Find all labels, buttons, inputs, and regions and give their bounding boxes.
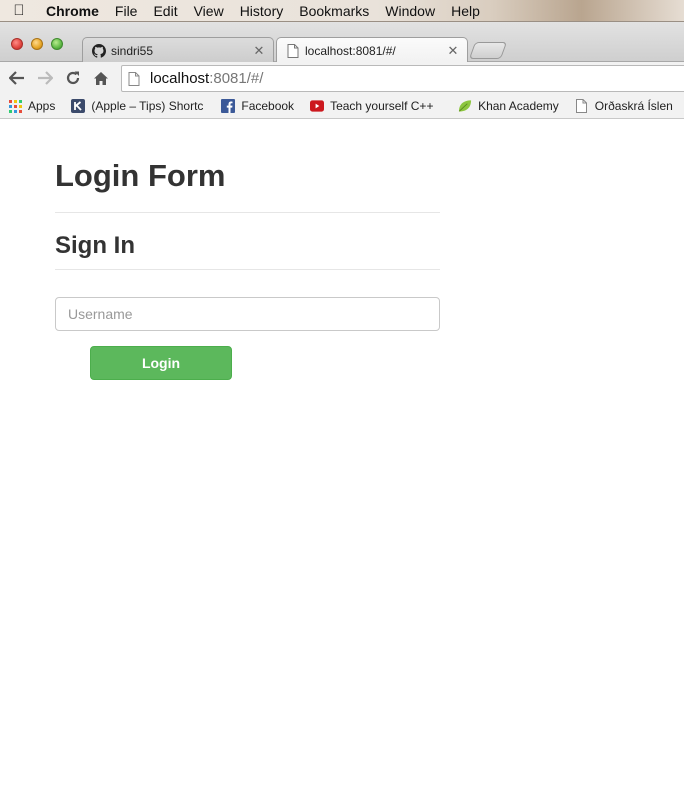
bookmarks-bar: Apps (Apple – Tips) Shortc Facebook Teac… <box>0 94 684 119</box>
forward-arrow-icon[interactable] <box>31 64 59 92</box>
reload-icon[interactable] <box>59 64 87 92</box>
tab-github[interactable]: sindri55 ✕ <box>82 37 274 63</box>
menu-help[interactable]: Help <box>443 3 488 19</box>
login-button[interactable]: Login <box>90 346 232 380</box>
section-divider <box>55 269 440 270</box>
url-path: :8081/#/ <box>209 70 264 87</box>
zoom-window-button[interactable] <box>51 38 63 50</box>
menu-bookmarks[interactable]: Bookmarks <box>291 3 377 19</box>
bookmark-khan-academy[interactable]: Khan Academy <box>458 99 559 113</box>
bookmark-facebook[interactable]: Facebook <box>221 99 294 113</box>
menu-edit[interactable]: Edit <box>145 3 185 19</box>
close-tab-icon[interactable]: ✕ <box>445 43 461 59</box>
bookmark-ordaskra[interactable]: Orðaskrá Íslen <box>575 99 673 113</box>
menu-file[interactable]: File <box>107 3 146 19</box>
leaf-icon <box>458 99 472 113</box>
home-icon[interactable] <box>87 64 115 92</box>
address-bar[interactable]: localhost:8081/#/ <box>121 65 684 92</box>
menu-window[interactable]: Window <box>377 3 443 19</box>
menu-app-name[interactable]: Chrome <box>38 3 107 19</box>
youtube-icon <box>310 99 325 113</box>
url-host: localhost <box>150 70 210 87</box>
tab-localhost[interactable]: localhost:8081/#/ ✕ <box>276 37 468 64</box>
page-icon <box>128 71 142 86</box>
section-title: Sign In <box>55 232 135 259</box>
github-icon <box>91 43 107 59</box>
tab-title: localhost:8081/#/ <box>305 44 396 58</box>
apps-grid-icon <box>8 99 22 113</box>
page-content: Login Form Sign In Login <box>0 120 684 799</box>
bookmark-label: Orðaskrá Íslen <box>594 99 673 113</box>
apple-icon[interactable]:  <box>0 2 38 19</box>
bookmark-label: Teach yourself C++ <box>330 99 434 113</box>
mac-menu-bar:  Chrome File Edit View History Bookmark… <box>0 0 684 22</box>
page-icon <box>285 43 301 59</box>
bookmark-label: (Apple – Tips) Shortc <box>91 99 204 113</box>
close-window-button[interactable] <box>11 38 23 50</box>
menu-history[interactable]: History <box>232 3 292 19</box>
minimize-window-button[interactable] <box>31 38 43 50</box>
tab-strip: sindri55 ✕ localhost:8081/#/ ✕ <box>0 22 684 64</box>
menu-view[interactable]: View <box>186 3 232 19</box>
k-icon <box>71 99 86 113</box>
username-input[interactable] <box>55 297 440 331</box>
bookmark-cpp[interactable]: Teach yourself C++ <box>310 99 442 113</box>
bookmark-apple-tips[interactable]: (Apple – Tips) Shortc <box>71 99 205 113</box>
close-tab-icon[interactable]: ✕ <box>251 43 267 59</box>
back-arrow-icon[interactable] <box>3 64 31 92</box>
facebook-icon <box>221 99 236 113</box>
new-tab-button[interactable] <box>468 42 508 59</box>
bookmark-label: Facebook <box>241 99 295 113</box>
bookmark-label: Khan Academy <box>478 99 559 113</box>
tab-title: sindri55 <box>111 43 154 58</box>
browser-toolbar: localhost:8081/#/ <box>0 62 684 94</box>
title-divider <box>55 212 440 213</box>
bookmark-apps[interactable]: Apps <box>8 99 55 113</box>
page-title: Login Form <box>55 158 226 193</box>
page-icon <box>575 99 589 113</box>
bookmark-label: Apps <box>28 99 56 113</box>
